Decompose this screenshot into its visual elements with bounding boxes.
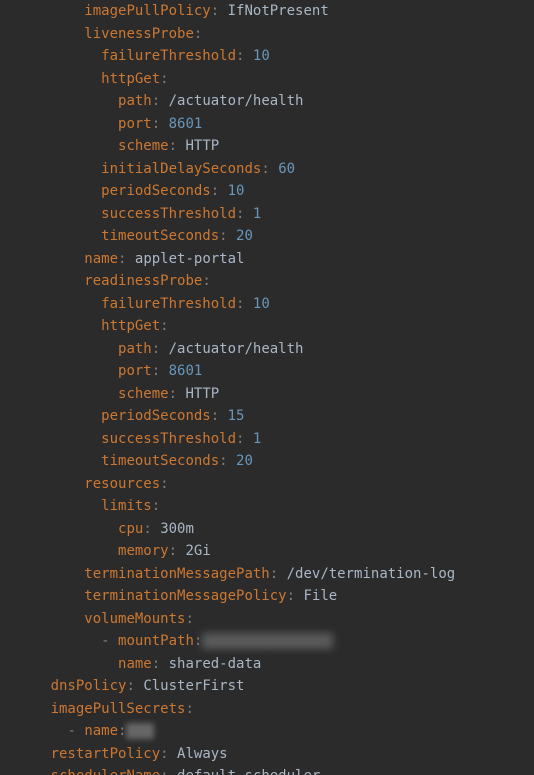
val-20b: 20 [236, 453, 253, 469]
val-shared-data: shared-data [169, 656, 262, 672]
key-cpu: cpu [118, 521, 143, 537]
val-applet-portal: applet-portal [135, 251, 245, 267]
redacted-mountpath: xxxxxx _xxxxxx [202, 633, 332, 649]
key-readinessProbe: readinessProbe [84, 273, 202, 289]
val-default-scheduler: default-scheduler [177, 768, 320, 775]
key-livenessProbe: livenessProbe [84, 26, 194, 42]
key-restartPolicy: restartPolicy [51, 746, 161, 762]
key-timeoutSeconds2: timeoutSeconds [101, 453, 219, 469]
val-always: Always [177, 746, 228, 762]
val-path: /actuator/health [169, 93, 304, 109]
val-path2: /actuator/health [169, 341, 304, 357]
key-terminationMessagePolicy: terminationMessagePolicy [84, 588, 286, 604]
key-scheme2: scheme [118, 386, 169, 402]
key-schedulerName: schedulerName [51, 768, 161, 775]
yaml-code-block: imagePullPolicy: IfNotPresent livenessPr… [0, 0, 534, 775]
key-path: path [118, 93, 152, 109]
val-15: 15 [228, 408, 245, 424]
key-terminationMessagePath: terminationMessagePath [84, 566, 269, 582]
val-cpu: 300m [160, 521, 194, 537]
val-termpath: /dev/termination-log [287, 566, 456, 582]
key-timeoutSeconds: timeoutSeconds [101, 228, 219, 244]
key-successThreshold: successThreshold [101, 206, 236, 222]
key-scheme: scheme [118, 138, 169, 154]
key-periodSeconds: periodSeconds [101, 183, 211, 199]
val-1: 1 [253, 206, 261, 222]
val-60: 60 [278, 161, 295, 177]
val-1b: 1 [253, 431, 261, 447]
key-limits: limits [101, 498, 152, 514]
val-port2: 8601 [169, 363, 203, 379]
key-imagePullSecrets: imagePullSecrets [51, 701, 186, 717]
key-failureThreshold2: failureThreshold [101, 296, 236, 312]
redacted-secretname: xx [126, 723, 153, 739]
key-name2: name [118, 656, 152, 672]
key-failureThreshold: failureThreshold [101, 48, 236, 64]
key-imagePullPolicy: imagePullPolicy [84, 3, 210, 19]
val-file: File [303, 588, 337, 604]
key-name3: name [84, 723, 118, 739]
val-10: 10 [253, 48, 270, 64]
val-20: 20 [236, 228, 253, 244]
key-initialDelaySeconds: initialDelaySeconds [101, 161, 261, 177]
key-httpGet: httpGet [101, 71, 160, 87]
val-clusterfirst: ClusterFirst [143, 678, 244, 694]
key-port: port [118, 116, 152, 132]
key-dnsPolicy: dnsPolicy [51, 678, 127, 694]
key-mountPath: mountPath [118, 633, 194, 649]
val-scheme: HTTP [185, 138, 219, 154]
val-scheme2: HTTP [185, 386, 219, 402]
key-volumeMounts: volumeMounts [84, 611, 185, 627]
val-10b: 10 [228, 183, 245, 199]
val-memory: 2Gi [185, 543, 210, 559]
key-periodSeconds2: periodSeconds [101, 408, 211, 424]
val-port: 8601 [169, 116, 203, 132]
key-port2: port [118, 363, 152, 379]
val-10c: 10 [253, 296, 270, 312]
key-resources: resources [84, 476, 160, 492]
key-name: name [84, 251, 118, 267]
dash2: - [67, 723, 75, 739]
dash: - [101, 633, 109, 649]
key-successThreshold2: successThreshold [101, 431, 236, 447]
key-httpGet2: httpGet [101, 318, 160, 334]
key-memory: memory [118, 543, 169, 559]
key-path2: path [118, 341, 152, 357]
